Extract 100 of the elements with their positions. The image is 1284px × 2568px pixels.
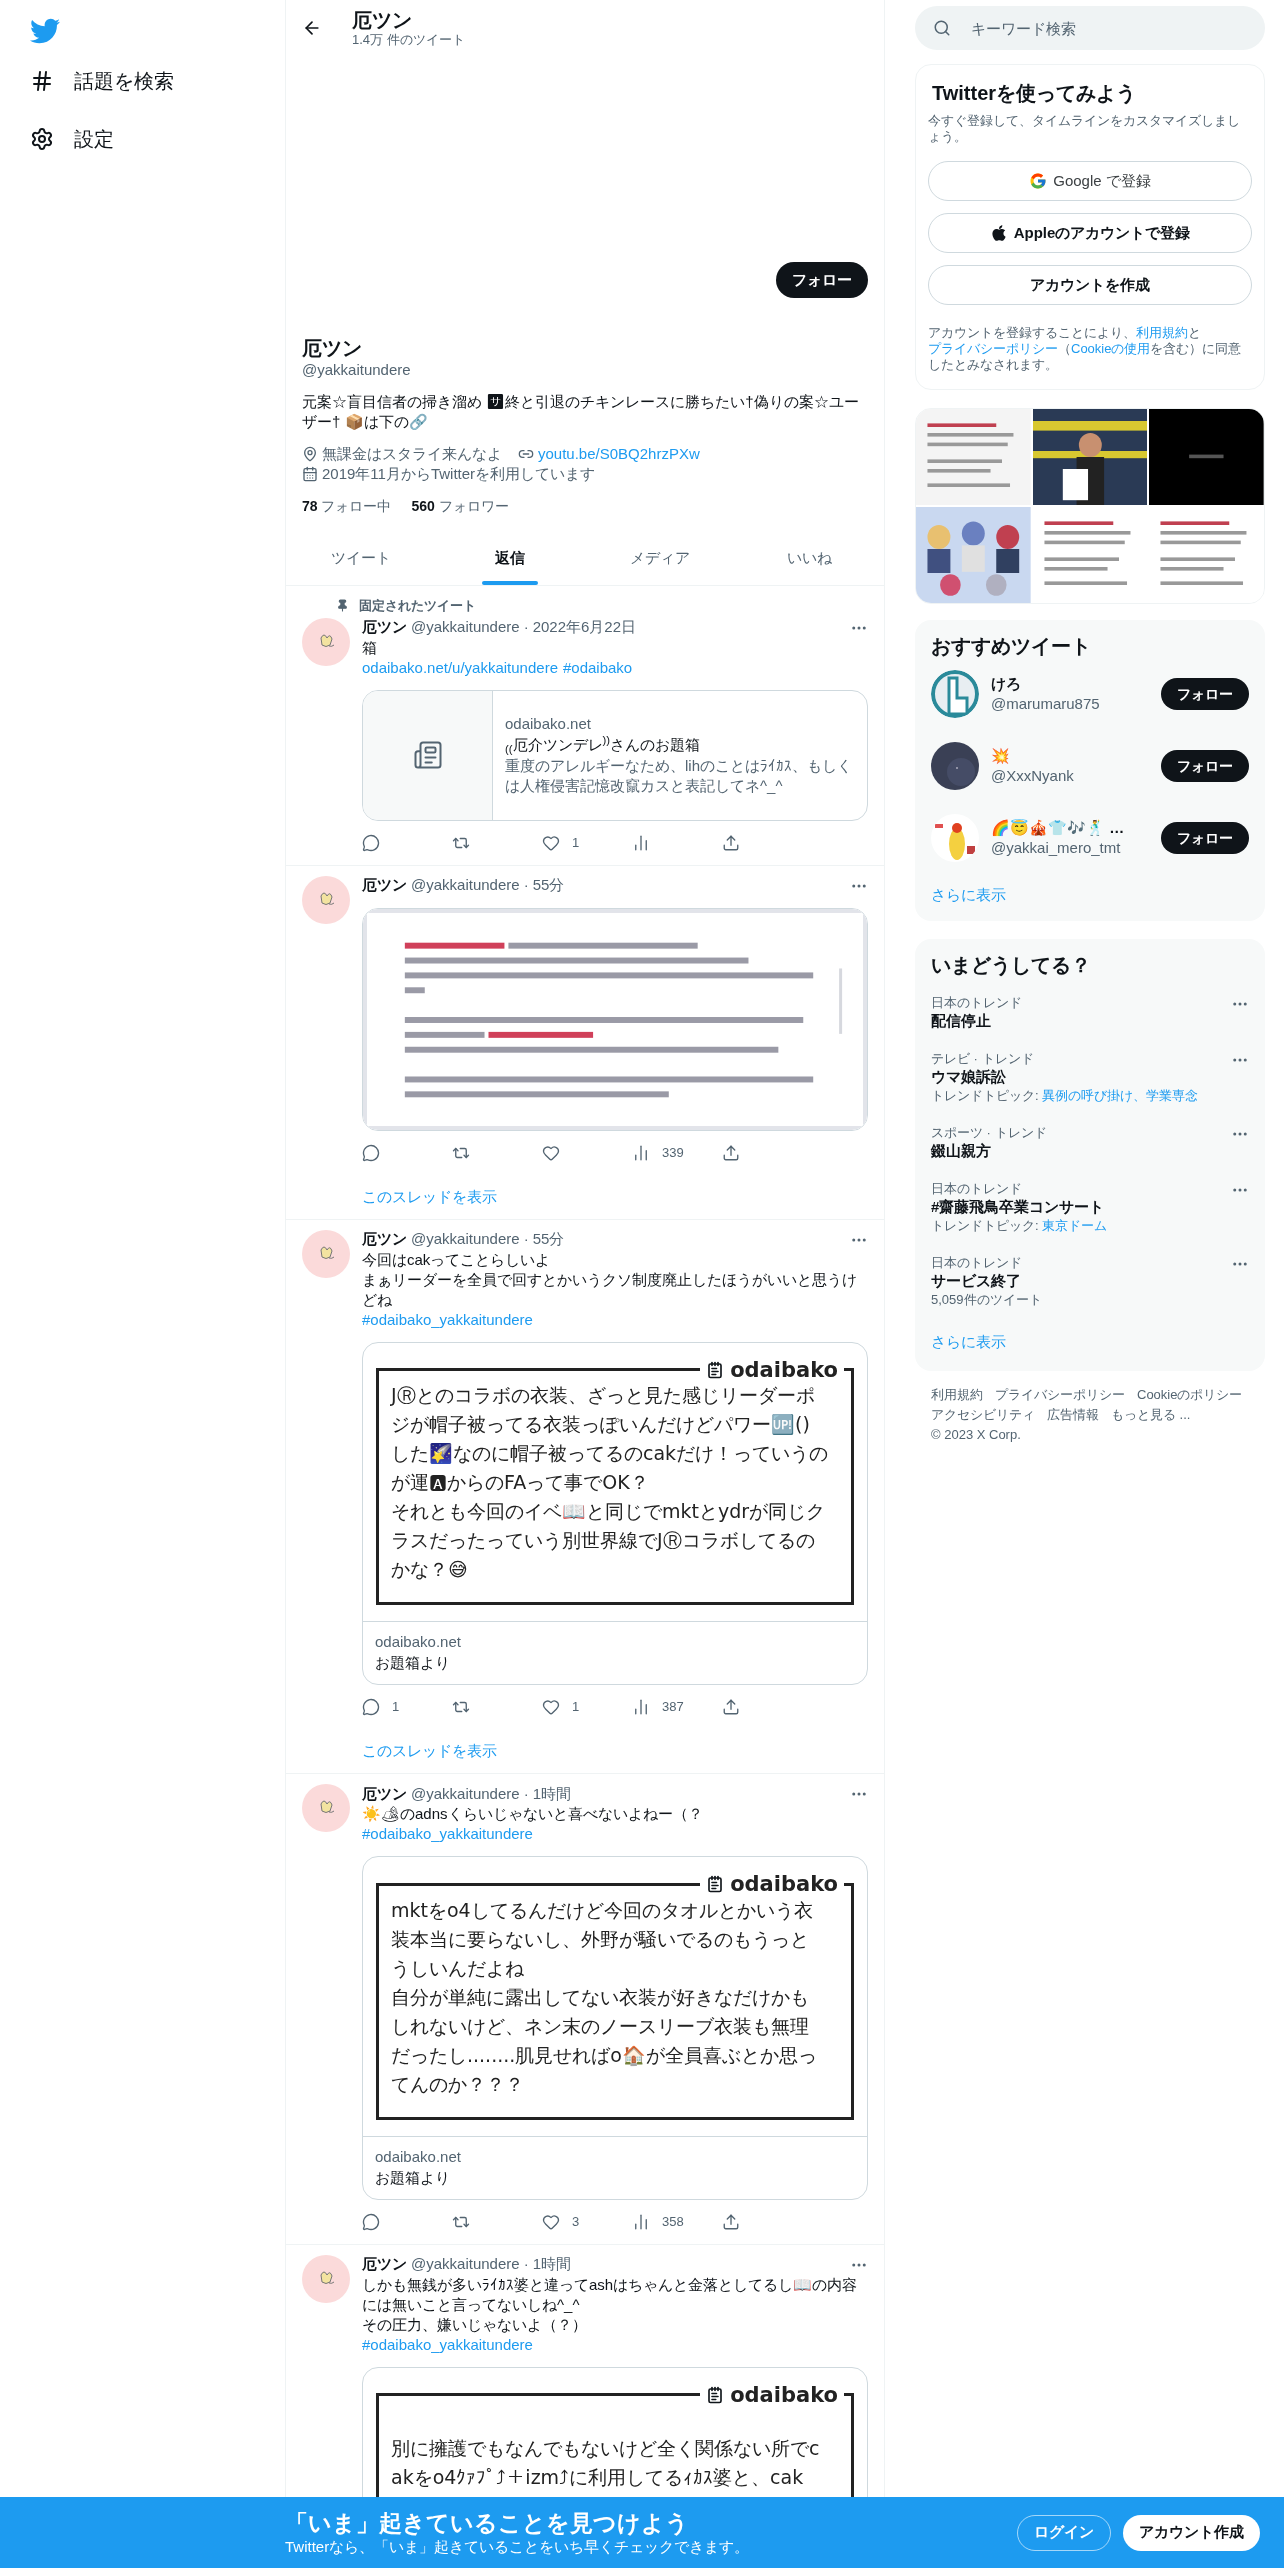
separator-dot: ·: [523, 875, 529, 896]
panel-heading: いまどうしてる？: [930, 952, 1092, 977]
follow-button[interactable]: フォロー: [1161, 678, 1249, 710]
tweet-time[interactable]: 55分: [532, 1228, 565, 1251]
user-name[interactable]: けろ: [991, 674, 1149, 694]
location-icon: [302, 446, 318, 462]
views-button[interactable]: 339: [632, 1142, 692, 1163]
reply-icon: [362, 2212, 380, 2231]
reply-button[interactable]: 1: [362, 1697, 422, 1717]
like-button[interactable]: 3: [542, 2211, 602, 2232]
banner-subtitle: Twitterなら、「いま」起きていることをいち早くチェックできます。: [285, 2536, 751, 2557]
tweet-count: 5,059件のツイート: [931, 1290, 1043, 1309]
trend-topic[interactable]: #齋藤飛鳥卒業コンサート: [931, 1196, 1231, 1217]
related-label: トレンドトピック:: [931, 1217, 1040, 1233]
author-name[interactable]: 厄ツン: [362, 874, 407, 897]
reply-icon: [362, 1143, 380, 1162]
heart-icon: [542, 1698, 560, 1716]
author-handle[interactable]: @yakkaitundere: [411, 874, 520, 897]
footer-link[interactable]: アクセシビリティ: [931, 1405, 1035, 1425]
trend-topic[interactable]: 配信停止: [931, 1010, 1231, 1031]
message-text: が運🅰からのFAって事でOK？: [391, 1470, 649, 1495]
quote-card[interactable]: odaibako JⓇとのコラボの衣装、ざっと見た感じリーダーポ ジが帽子被ってる衣装っぽいんだけどパワー🆙() した🌠なのに帽子被ってるのcakだけ！っていうの が運🅰からのFAって事でOK？ それとも今回のイベ📖と同じでmktとydrが同じク ラスだったっていう別世界線でJⓇコラボしてるの かな？😅 odaibako.net お題箱より: [362, 1341, 868, 1685]
footer-link[interactable]: もっと見る ...: [1111, 1405, 1191, 1425]
trend-topic[interactable]: サービス終了: [931, 1270, 1231, 1291]
pinned-label: 固定されたツイート: [359, 597, 476, 615]
author-handle[interactable]: @yakkaitundere: [411, 1782, 520, 1806]
author-name[interactable]: 厄ツン: [362, 1228, 407, 1251]
trend-context: 日本のトレンド: [931, 1180, 1023, 1197]
profile-tab[interactable]: メディア: [585, 532, 735, 585]
author-name[interactable]: 厄ツン: [362, 2253, 407, 2276]
tweet-text: まぁリーダーを全員で回すとかいうクソ制度廃止したほうがいいと思うけどね: [362, 1269, 858, 1310]
message-text: かな？😅: [391, 1557, 468, 1582]
profile-tab[interactable]: ツイート: [286, 532, 436, 585]
follow-button[interactable]: フォロー: [776, 262, 868, 298]
author-name[interactable]: 厄ツン: [362, 1782, 407, 1806]
note-icon: [706, 1360, 725, 1379]
footer-link[interactable]: 広告情報: [1047, 1405, 1099, 1425]
follow-stat[interactable]: 78 フォロー中: [302, 496, 392, 516]
footer-link[interactable]: Cookieのポリシー: [1137, 1385, 1243, 1405]
pin-icon: [336, 599, 349, 613]
card-subtitle: 今すぐ登録して、タイムラインをカスタマイズしましょう。: [928, 113, 1241, 145]
tweet-time[interactable]: 55分: [532, 874, 565, 897]
tweet-text: しかも無銭が多いﾗｲｶｽ婆と違ってashはちゃんと金落としてるし📖の内容には無いこと言ってないしね^_^: [362, 2274, 859, 2315]
like-button[interactable]: 1: [542, 1697, 602, 1717]
profile-name: 厄ツン: [302, 336, 363, 360]
follow-stat[interactable]: 560 フォロワー: [411, 496, 509, 516]
footer-link[interactable]: 利用規約: [931, 1385, 983, 1405]
bird-logo[interactable]: [30, 16, 60, 46]
banner-title: 「いま」起きていることを見つけよう: [285, 2508, 690, 2537]
nav-item[interactable]: 設定: [30, 126, 114, 152]
share-icon: [722, 833, 740, 852]
author-handle[interactable]: @yakkaitundere: [411, 2253, 520, 2276]
quote-card[interactable]: odaibako mktをo4してるんだけど今回のタオルとかいう衣 装本当に要らないし、外野が騒いでるのもうっと うしいんだよね 自分が単純に露出してない衣装が好きなだけかも しれないけど、ネン末のノースリーブ衣装も無理 だったし........肌見せればo🏠が全員喜ぶとか思っ てんのか？？？ odaibako.net お題箱より: [362, 1856, 868, 2200]
separator-dot: ·: [523, 617, 529, 638]
author-handle[interactable]: @yakkaitundere: [411, 1228, 520, 1251]
card-heading: Twitterを使ってみよう: [931, 81, 1138, 105]
profile-tab[interactable]: 返信: [435, 532, 585, 585]
bar-chart-icon: [632, 2212, 650, 2231]
bar-chart-icon: [632, 1698, 650, 1716]
trend-topic[interactable]: 錣山親方: [931, 1140, 1231, 1161]
author-handle[interactable]: @yakkaitundere: [411, 616, 520, 639]
author-name[interactable]: 厄ツン: [362, 616, 407, 639]
tweet-text: ☀🏕のadnsくらいじゃないと喜べないよねー（？: [362, 1804, 704, 1824]
footer-link[interactable]: プライバシーポリシー: [995, 1385, 1125, 1405]
message-text: しれないけど、ネン末のノースリーブ衣装も無理: [391, 2013, 809, 2039]
separator-dot: ·: [523, 2254, 529, 2275]
nav-item[interactable]: 話題を検索: [30, 68, 174, 94]
tweet-text: その圧力、嫌いじゃないよ（？）: [362, 2314, 588, 2335]
trend-topic[interactable]: ウマ娘訴訟: [931, 1066, 1231, 1087]
trend-context: 日本のトレンド: [931, 1254, 1023, 1271]
message-text: それとも今回のイベ📖と同じでmktとydrが同じク: [391, 1499, 826, 1524]
message-text: akをo4ｸｧﾌﾟ⤴＋izm⤴に利用してるｨｶｽ婆と、cak: [391, 2465, 804, 2490]
brand-label: odaibako: [730, 1356, 838, 1383]
follow-button[interactable]: フォロー: [1161, 750, 1249, 782]
message-text: 自分が単純に露出してない衣装が好きなだけかも: [391, 1984, 809, 2010]
message-text: 装本当に要らないし、外野が騒いでるのもうっと: [391, 1926, 809, 1952]
avatar[interactable]: [931, 814, 979, 862]
tweet-text: 今回はcakってことらしいよ: [362, 1249, 552, 1270]
share-icon: [722, 1143, 740, 1162]
tweet-time[interactable]: 1時間: [532, 1782, 571, 1806]
like-button[interactable]: 1: [542, 832, 602, 853]
search-field[interactable]: キーワード検索: [915, 6, 1265, 50]
avatar[interactable]: [931, 742, 979, 790]
calendar-icon: [302, 466, 318, 482]
user-name[interactable]: 🌈😇🎪👕🎶🕺 …: [991, 818, 1149, 838]
separator-dot: ·: [523, 1783, 529, 1804]
tweet-time[interactable]: 1時間: [532, 2253, 571, 2276]
views-button[interactable]: 358: [632, 2211, 692, 2232]
signup-button[interactable]: アカウント作成: [1123, 2514, 1260, 2551]
heart-icon: [542, 833, 560, 852]
follow-button[interactable]: フォロー: [1161, 822, 1249, 854]
message-text: てんのか？？？: [391, 2071, 524, 2097]
link-card[interactable]: odaibako.net $_{((}$厄介ツンデレ$^{))}$さんのお題箱 重度のアレルギーなため、lihのことはﾗｲｶｽ、もしくは人権侵害記憶改竄カスと表記してネ^_^: [362, 689, 868, 821]
profile-tab[interactable]: いいね: [734, 532, 884, 585]
settings-icon: [30, 127, 54, 151]
views-button[interactable]: 387: [632, 1697, 692, 1717]
bar-chart-icon: [632, 1143, 650, 1162]
tweet-time[interactable]: 2022年6月22日: [532, 616, 637, 639]
share-icon: [722, 1698, 740, 1716]
apple-icon: [989, 224, 1008, 242]
